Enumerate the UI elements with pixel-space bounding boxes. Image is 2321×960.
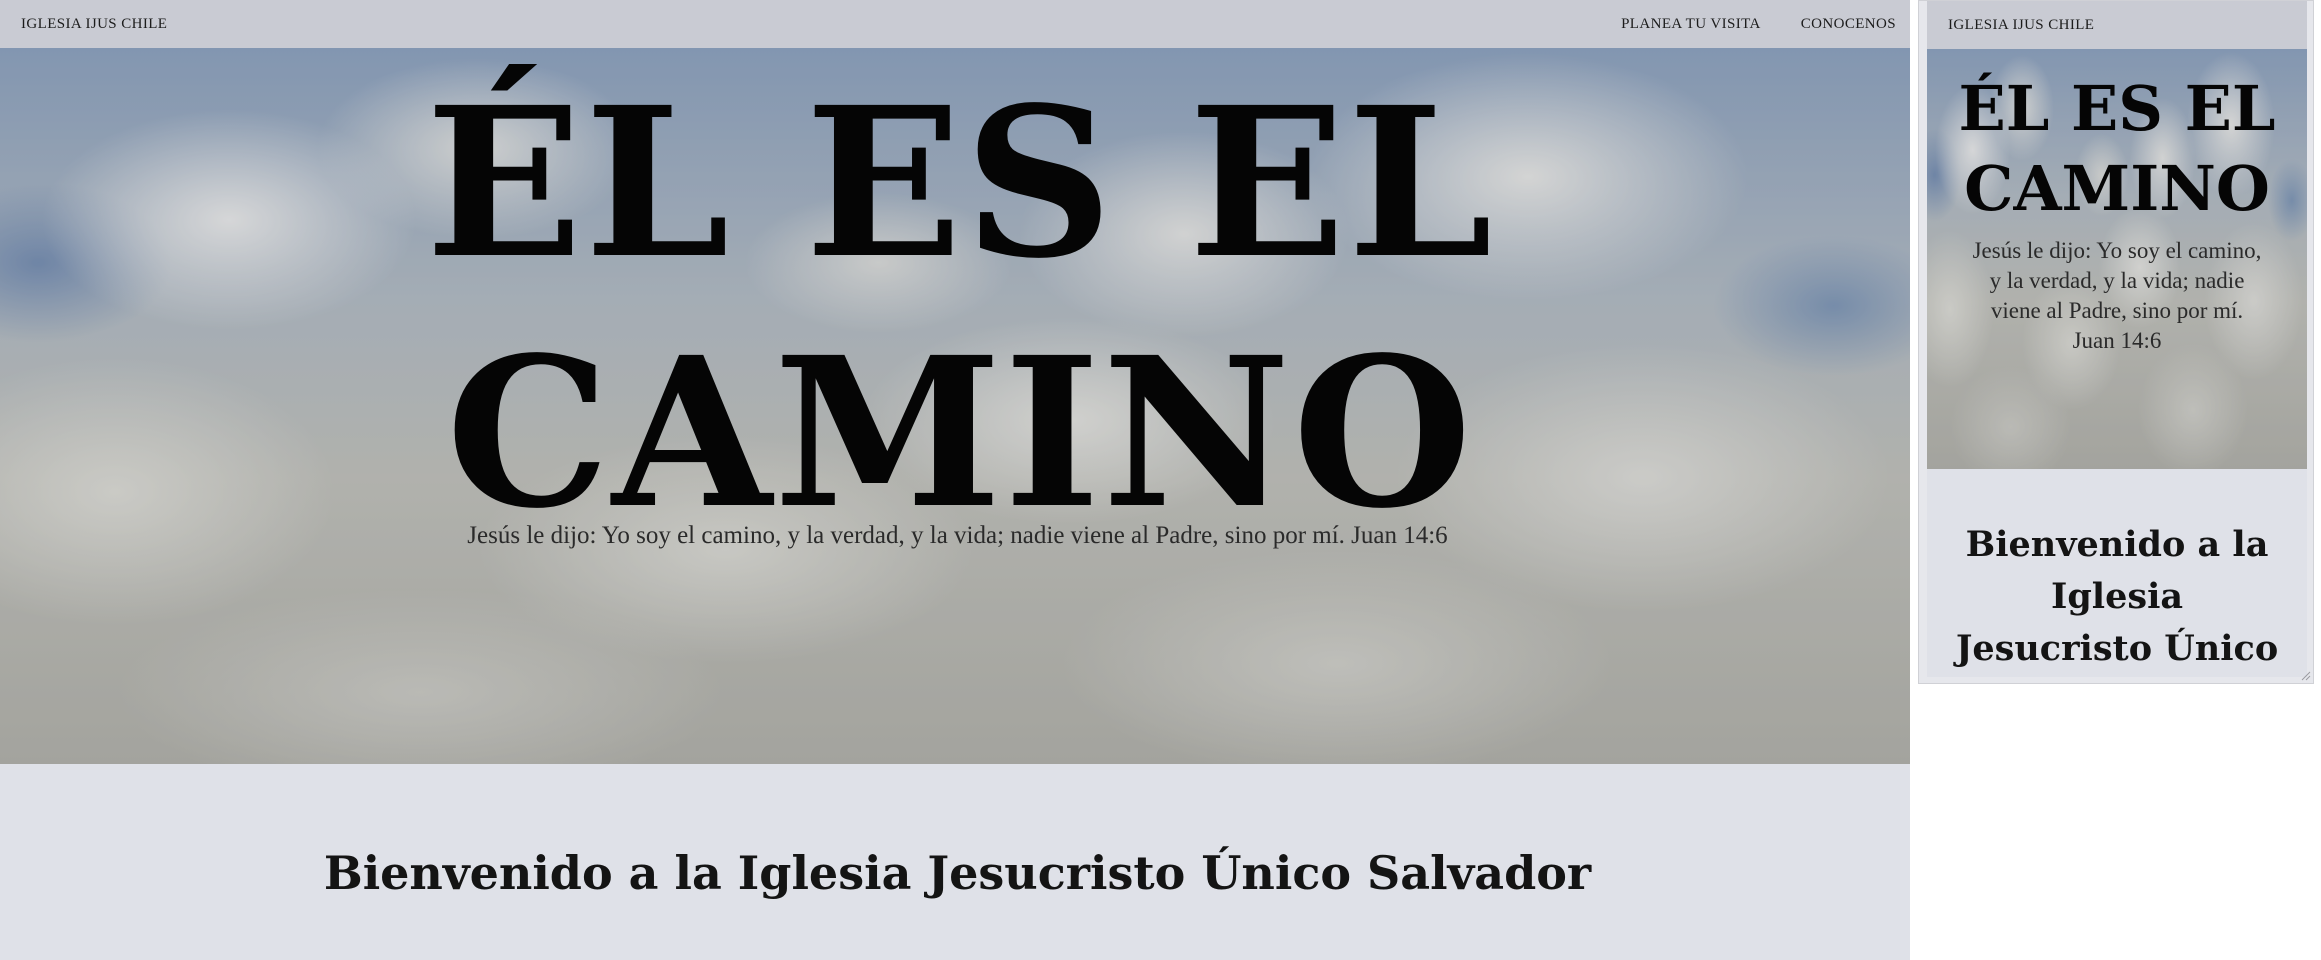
brand-link[interactable]: IGLESIA IJUS CHILE	[21, 16, 167, 33]
mobile-welcome-section: Bienvenido a la Iglesia Jesucristo Único…	[1927, 469, 2307, 683]
mobile-hero-title: ÉL ES EL CAMINO	[1958, 72, 2276, 225]
mobile-hero-subtitle: Jesús le dijo: Yo soy el camino, y la ve…	[1972, 238, 2262, 353]
mobile-hero-section: ÉL ES EL CAMINO Jesús le dijo: Yo soy el…	[1927, 49, 2307, 469]
nav-links: PLANEA TU VISITA CONOCENOS	[1621, 16, 1896, 33]
hero-subtitle: Jesús le dijo: Yo soy el camino, y la ve…	[467, 522, 1448, 549]
hero-title: ÉL ES EL CAMINO	[425, 62, 1495, 554]
resize-handle-icon[interactable]	[2299, 669, 2311, 681]
mobile-navbar: IGLESIA IJUS CHILE	[1927, 1, 2307, 49]
main-viewport: IGLESIA IJUS CHILE PLANEA TU VISITA CONO…	[0, 0, 1910, 960]
welcome-title: Bienvenido a la Iglesia Jesucristo Único…	[323, 846, 1592, 900]
nav-link-planea-tu-visita[interactable]: PLANEA TU VISITA	[1621, 16, 1761, 33]
welcome-section: Bienvenido a la Iglesia Jesucristo Único…	[0, 764, 1910, 960]
mobile-brand-link[interactable]: IGLESIA IJUS CHILE	[1948, 17, 2094, 34]
hero-section: ÉL ES EL CAMINO Jesús le dijo: Yo soy el…	[0, 48, 1910, 764]
nav-link-conocenos[interactable]: CONOCENOS	[1801, 16, 1896, 33]
top-navbar: IGLESIA IJUS CHILE PLANEA TU VISITA CONO…	[0, 0, 1910, 48]
mobile-preview-frame[interactable]: IGLESIA IJUS CHILE ÉL ES EL CAMINO Jesús…	[1918, 0, 2314, 684]
mobile-welcome-title: Bienvenido a la Iglesia Jesucristo Único…	[1955, 524, 2279, 683]
